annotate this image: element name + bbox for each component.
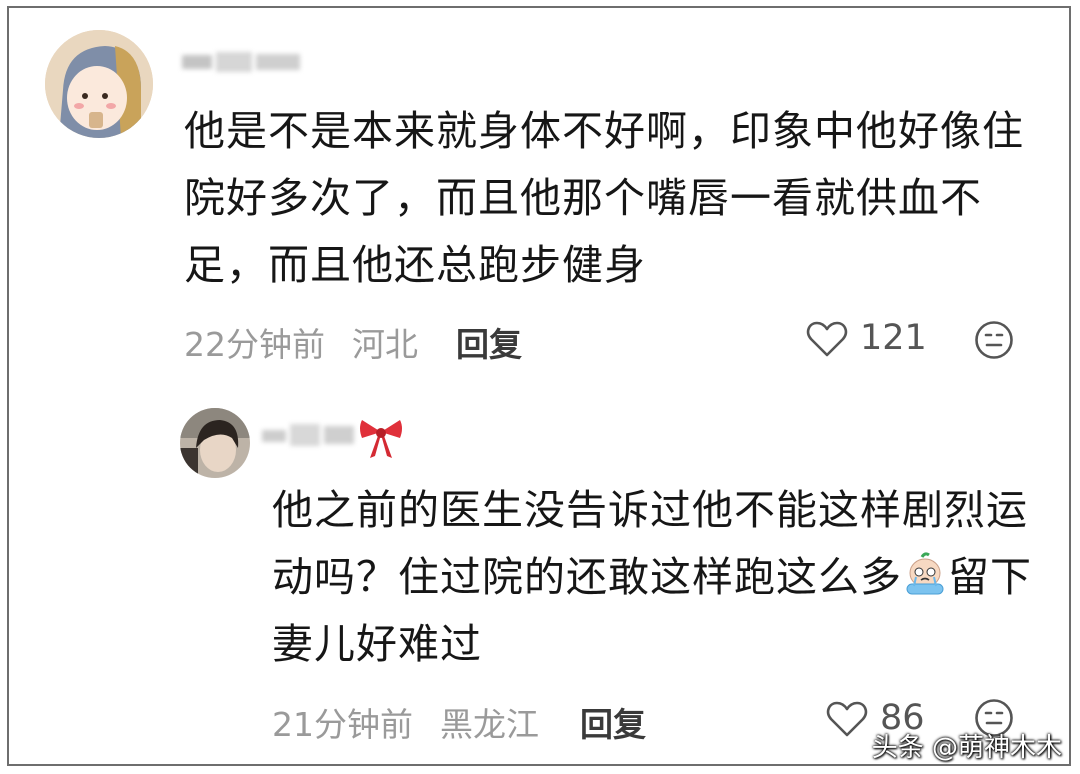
like-count: 121 [860, 318, 927, 358]
reply-username[interactable] [262, 424, 354, 446]
emoji-face-icon[interactable] [974, 320, 1014, 360]
crying-emoji-icon [906, 552, 944, 595]
like-button[interactable]: 121 [806, 318, 927, 364]
watermark: 头条 @萌神木木 [871, 733, 1062, 763]
username[interactable] [182, 52, 300, 72]
heart-outline-icon [826, 701, 868, 737]
reply-location: 黑龙江 [440, 705, 539, 744]
comment-location: 河北 [352, 325, 418, 364]
comment-text-line: 他是不是本来就身体不好啊，印象中他好像住 [184, 107, 1024, 155]
avatar[interactable] [45, 30, 153, 138]
reply-text-line: 他之前的医生没告诉过他不能这样剧烈运 [272, 486, 1028, 534]
comment-text-line: 足，而且他还总跑步健身 [184, 241, 646, 289]
reply-text: 他之前的医生没告诉过他不能这样剧烈运 动吗？住过院的还敢这样跑这么多 留下 妻儿… [272, 477, 1052, 678]
heart-outline-icon [806, 321, 848, 357]
reply-button[interactable]: 回复 [456, 318, 522, 366]
reply-reply-button[interactable]: 回复 [580, 698, 646, 746]
reply-text-line: 妻儿好难过 [272, 620, 482, 668]
reply-avatar[interactable] [180, 408, 250, 478]
comment-text-line: 院好多次了，而且他那个嘴唇一看就供血不 [184, 174, 982, 222]
bow-badge-icon [360, 420, 402, 458]
reply-text-line: 动吗？住过院的还敢这样跑这么多 留下 [272, 552, 1032, 601]
reply-time: 21分钟前 [272, 705, 413, 744]
comment-time: 22分钟前 [184, 325, 325, 364]
comment-text: 他是不是本来就身体不好啊，印象中他好像住 院好多次了，而且他那个嘴唇一看就供血不… [184, 98, 1044, 299]
